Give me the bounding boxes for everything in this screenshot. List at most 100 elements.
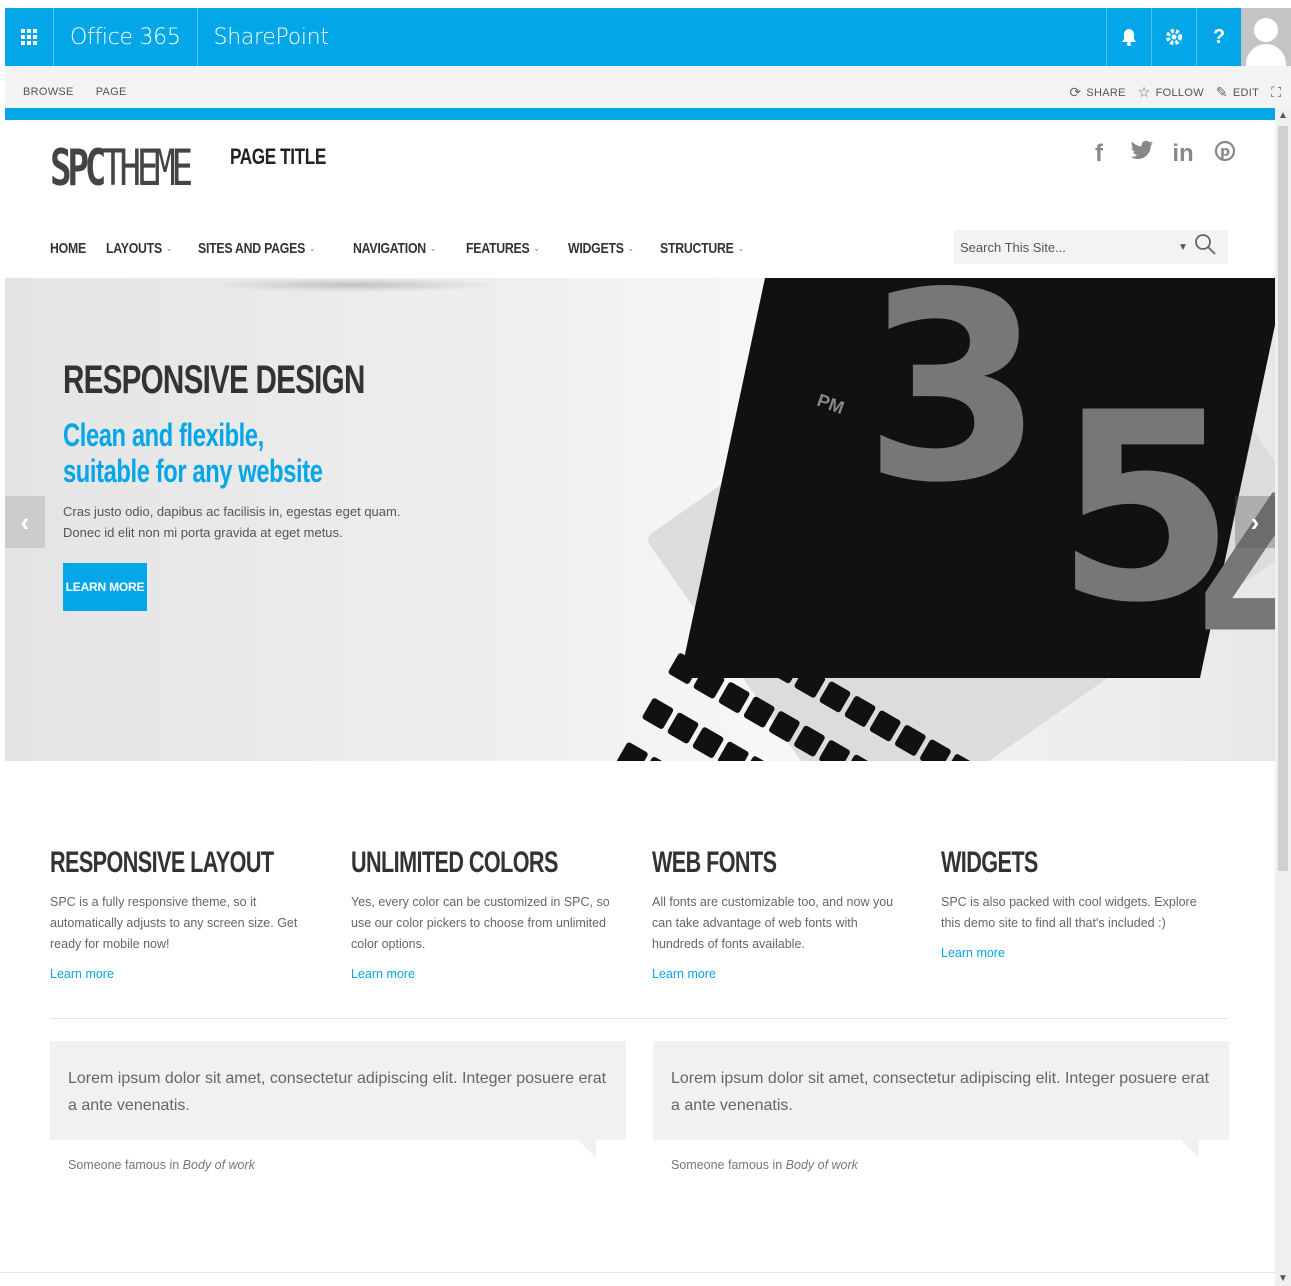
search-input[interactable]: [954, 239, 1174, 255]
tab-browse[interactable]: BROWSE: [23, 86, 74, 98]
carousel-next-icon[interactable]: ›: [1235, 496, 1275, 548]
chevron-down-icon: ⌄: [627, 243, 634, 253]
pencil-icon: ✎: [1215, 84, 1228, 100]
hero-carousel: PM 3 5 4 RESPONSIVE DESIGN Clean and fle…: [5, 278, 1275, 761]
page-title: PAGE TITLE: [230, 144, 326, 169]
quote-source: Body of work: [182, 1158, 255, 1172]
facebook-icon[interactable]: f: [1088, 140, 1110, 169]
avatar[interactable]: [1241, 8, 1291, 66]
nav-navigation[interactable]: NAVIGATION ⌄: [353, 240, 436, 257]
logo-light: THEME: [102, 139, 193, 197]
nav-home[interactable]: HOME: [50, 240, 86, 257]
hero-title: RESPONSIVE DESIGN: [63, 358, 365, 402]
nav-label: NAVIGATION: [353, 240, 426, 257]
share-button[interactable]: ⟳ SHARE: [1069, 84, 1125, 101]
hero-body-line: Donec id elit non mi porta gravida at eg…: [63, 525, 343, 540]
search-scope-dropdown-icon[interactable]: ▼: [1178, 242, 1188, 253]
feature-title: RESPONSIVE LAYOUT: [50, 846, 274, 879]
gear-icon[interactable]: [1151, 8, 1196, 66]
chevron-down-icon: ⌄: [430, 243, 437, 253]
nav-label: LAYOUTS: [105, 240, 162, 257]
quote-tail: [1181, 1140, 1199, 1158]
suite-bar: Office 365 SharePoint ?: [5, 8, 1291, 66]
nav-label: STRUCTURE: [659, 240, 734, 257]
features-row: RESPONSIVE LAYOUT SPC is a fully respons…: [50, 846, 1230, 983]
hero-subtitle-line: Clean and flexible,: [63, 417, 264, 453]
feature-title: WEB FONTS: [652, 846, 777, 879]
app-launcher-icon[interactable]: [5, 8, 53, 66]
quote-author: Someone famous in: [68, 1158, 183, 1172]
scroll-thumb[interactable]: [1278, 126, 1288, 871]
twitter-icon[interactable]: [1130, 140, 1153, 169]
feature-widgets: WIDGETS SPC is also packed with cool wid…: [941, 846, 1230, 983]
follow-label: FOLLOW: [1155, 86, 1204, 99]
quote-text: Lorem ipsum dolor sit amet, consectetur …: [671, 1070, 1210, 1114]
hero-body: Cras justo odio, dapibus ac facilisis in…: [63, 501, 403, 543]
quote-text: Lorem ipsum dolor sit amet, consectetur …: [68, 1070, 607, 1114]
clock-digit: 3: [863, 278, 1044, 540]
site-logo[interactable]: SPCTHEME: [50, 139, 193, 197]
chevron-down-icon: ⌄: [533, 243, 540, 253]
page-scrollbar[interactable]: ▲ ▼: [1275, 108, 1291, 1286]
quote-citation: Someone famous in Body of work: [50, 1140, 626, 1172]
social-links: f in p: [1088, 140, 1236, 169]
nav-sites-and-pages[interactable]: SITES AND PAGES ⌄: [198, 240, 315, 257]
edit-label: EDIT: [1232, 86, 1260, 99]
accent-bar: [5, 108, 1275, 120]
hero-subtitle: Clean and flexible, suitable for any web…: [63, 417, 365, 489]
feature-text: SPC is a fully responsive theme, so it a…: [50, 895, 298, 951]
feature-learn-more-link[interactable]: Learn more: [351, 967, 415, 981]
bell-icon[interactable]: [1106, 8, 1151, 66]
nav-label: HOME: [50, 240, 86, 257]
feature-unlimited-colors: UNLIMITED COLORS Yes, every color can be…: [351, 846, 652, 983]
scroll-down-icon[interactable]: ▼: [1278, 1273, 1288, 1284]
chevron-down-icon: ⌄: [309, 243, 316, 253]
focus-content-icon[interactable]: ⛶: [1271, 84, 1281, 101]
nav-label: WIDGETS: [567, 240, 624, 257]
feature-learn-more-link[interactable]: Learn more: [652, 967, 716, 981]
search-box: ▼: [954, 230, 1228, 264]
quote-tail: [578, 1140, 596, 1158]
learn-more-button[interactable]: LEARN MORE: [63, 563, 147, 611]
hero-body-line: Cras justo odio, dapibus ac facilisis in…: [63, 504, 401, 519]
quote-box: Lorem ipsum dolor sit amet, consectetur …: [50, 1041, 626, 1158]
quote-source: Body of work: [785, 1158, 858, 1172]
tab-page[interactable]: PAGE: [96, 86, 127, 98]
clock-digit: 4: [1195, 448, 1275, 715]
nav-label: SITES AND PAGES: [198, 240, 306, 257]
logo-bold: SPC: [50, 139, 106, 197]
carousel-prev-icon[interactable]: ‹: [5, 496, 45, 548]
hero-content: RESPONSIVE DESIGN Clean and flexible, su…: [63, 358, 471, 611]
pinterest-icon[interactable]: p: [1214, 140, 1236, 169]
edit-button[interactable]: ✎ EDIT: [1216, 84, 1259, 101]
feature-text: Yes, every color can be customized in SP…: [351, 895, 610, 951]
office365-title[interactable]: Office 365: [54, 25, 197, 50]
feature-text: All fonts are customizable too, and now …: [652, 895, 894, 951]
footer-divider: [0, 1272, 1275, 1273]
nav-layouts[interactable]: LAYOUTS ⌄: [106, 240, 172, 257]
hero-subtitle-line: suitable for any website: [63, 453, 323, 489]
nav-features[interactable]: FEATURES ⌄: [466, 240, 540, 257]
search-icon[interactable]: [1194, 233, 1216, 261]
main-nav: HOME LAYOUTS ⌄ SITES AND PAGES ⌄ NAVIGATIO…: [50, 240, 750, 257]
scroll-up-icon[interactable]: ▲: [1278, 110, 1288, 121]
testimonial: Lorem ipsum dolor sit amet, consectetur …: [50, 1041, 626, 1172]
hero-shadow: [205, 278, 505, 292]
star-icon: ☆: [1137, 84, 1151, 100]
pinterest-glyph: p: [1220, 144, 1230, 160]
quote-citation: Someone famous in Body of work: [653, 1140, 1229, 1172]
feature-learn-more-link[interactable]: Learn more: [941, 946, 1005, 960]
feature-text: SPC is also packed with cool widgets. Ex…: [941, 895, 1197, 930]
nav-structure[interactable]: STRUCTURE ⌄: [660, 240, 744, 257]
quote-author: Someone famous in: [671, 1158, 786, 1172]
follow-button[interactable]: ☆ FOLLOW: [1138, 84, 1204, 101]
share-label: SHARE: [1086, 86, 1126, 99]
linkedin-icon[interactable]: in: [1172, 140, 1194, 169]
quote-box: Lorem ipsum dolor sit amet, consectetur …: [653, 1041, 1229, 1158]
nav-widgets[interactable]: WIDGETS ⌄: [568, 240, 634, 257]
chevron-down-icon: ⌄: [165, 243, 172, 253]
help-icon[interactable]: ?: [1196, 8, 1241, 66]
feature-responsive-layout: RESPONSIVE LAYOUT SPC is a fully respons…: [50, 846, 351, 983]
sharepoint-title[interactable]: SharePoint: [198, 25, 345, 50]
feature-learn-more-link[interactable]: Learn more: [50, 967, 114, 981]
